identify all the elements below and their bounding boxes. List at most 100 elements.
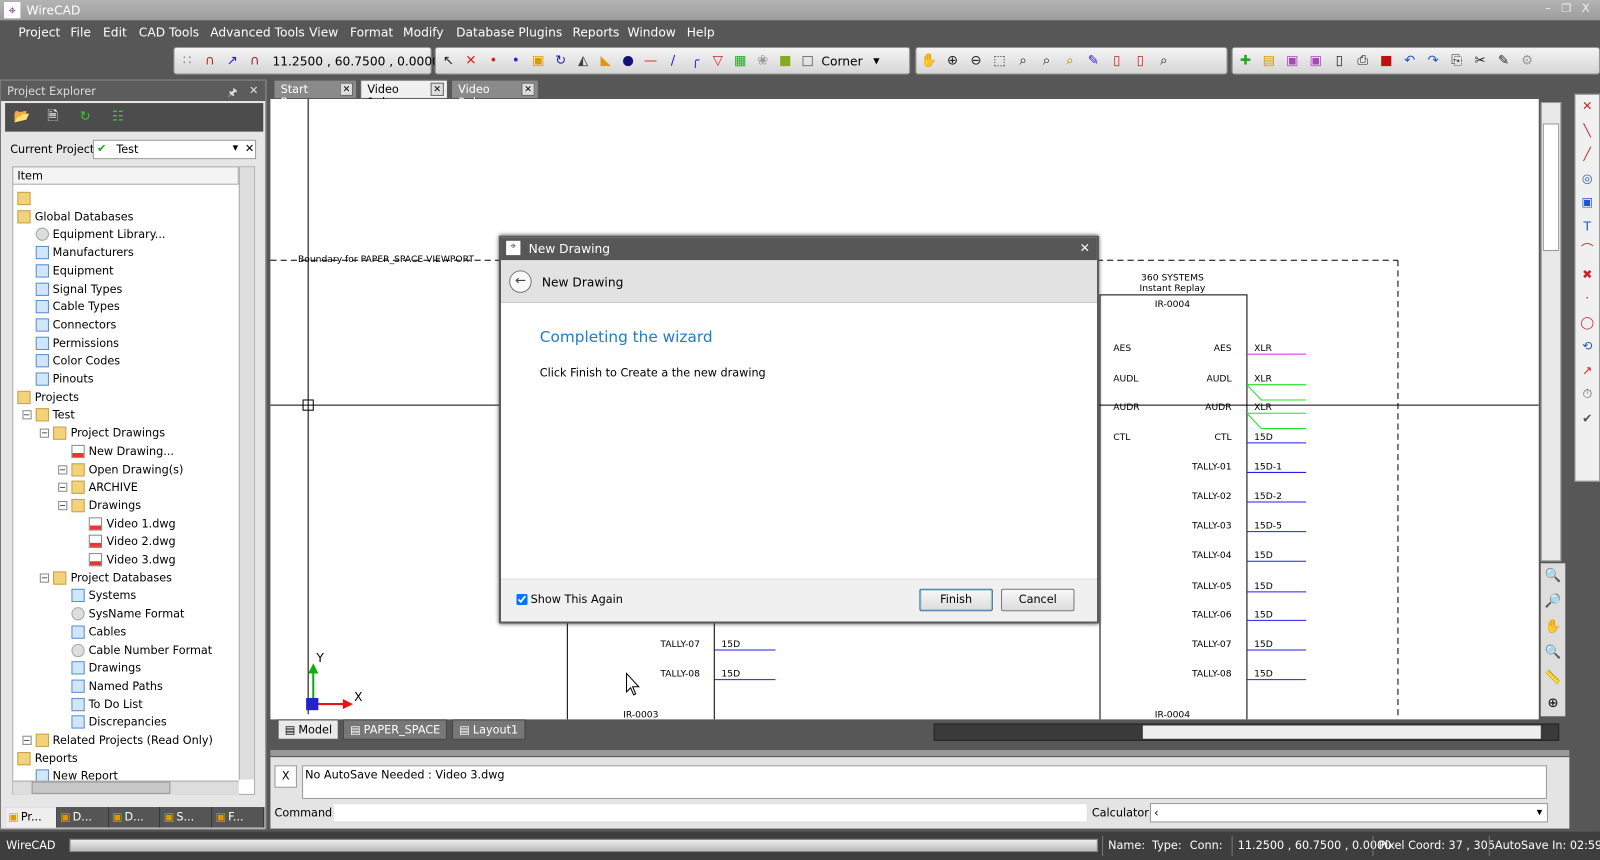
cancel-button[interactable]: Cancel xyxy=(1001,588,1075,612)
tree-item[interactable]: Pinouts xyxy=(35,370,94,387)
expand-toggle-icon[interactable]: − xyxy=(13,392,14,402)
tab-close-icon[interactable]: ✕ xyxy=(521,82,535,96)
doc-tab[interactable]: Start Page✕ xyxy=(273,79,358,109)
clear-output-button[interactable]: X xyxy=(274,765,297,788)
tree-item[interactable]: Video 1.dwg xyxy=(89,515,176,532)
output-log[interactable]: No AutoSave Needed : Video 3.dwg xyxy=(302,765,1547,799)
page-icon[interactable]: ▯ xyxy=(1132,52,1149,69)
line-color-icon[interactable]: □ xyxy=(799,52,816,69)
tree-item[interactable]: Equipment xyxy=(35,262,114,279)
zoom-window-icon[interactable]: ⬚ xyxy=(991,52,1008,69)
connect-icon[interactable]: • xyxy=(485,52,502,69)
tab-close-icon[interactable]: ✕ xyxy=(339,82,354,96)
menu-database[interactable]: Database xyxy=(456,26,514,40)
grid-icon[interactable]: ∷ xyxy=(179,52,196,69)
tree-item[interactable]: − Open Drawing(s) xyxy=(57,461,183,478)
tree-vertical-scrollbar[interactable] xyxy=(238,167,255,780)
fillet-icon[interactable]: ╭ xyxy=(687,52,704,69)
minimize-button[interactable]: – xyxy=(1539,2,1557,15)
tree-item[interactable]: − Drawings xyxy=(57,497,141,514)
dimension-icon[interactable]: ↗ xyxy=(1575,359,1598,383)
intersect-icon[interactable]: ✖ xyxy=(1575,263,1598,287)
expand-toggle-icon[interactable]: − xyxy=(13,753,14,763)
save-as-icon[interactable]: ▣ xyxy=(1307,52,1324,69)
tree-item[interactable]: − Project Databases xyxy=(39,569,172,586)
disconnect-icon[interactable]: • xyxy=(507,52,524,69)
tree-item[interactable]: Cable Types xyxy=(35,298,120,315)
finish-button[interactable]: Finish xyxy=(919,588,993,612)
expand-toggle-icon[interactable]: − xyxy=(57,482,68,493)
expand-toggle-icon[interactable]: − xyxy=(22,410,32,420)
doc-tab[interactable]: Video 1.dwg✕ xyxy=(360,79,448,109)
back-arrow-icon[interactable]: ← xyxy=(509,270,532,293)
panel-tab-0[interactable]: ▣ Pr... xyxy=(5,807,57,828)
menu-cad-tools[interactable]: CAD Tools xyxy=(139,26,199,40)
select-arrow-icon[interactable]: ↖ xyxy=(440,52,457,69)
menu-plugins[interactable]: Plugins xyxy=(518,26,562,40)
device-box-ir-0004[interactable] xyxy=(1099,294,1248,720)
layout-tab[interactable]: ▤ Model xyxy=(277,719,340,740)
panel-tab-4[interactable]: ▣ F... xyxy=(212,807,265,828)
canvas-vertical-scrollbar[interactable] xyxy=(1540,102,1562,562)
expand-toggle-icon[interactable]: − xyxy=(57,464,68,474)
tree-item[interactable]: Video 3.dwg xyxy=(89,551,176,568)
rotate-icon[interactable]: ↻ xyxy=(552,52,569,69)
menu-window[interactable]: Window xyxy=(628,26,676,40)
spline-icon[interactable]: ⟲ xyxy=(1575,335,1598,359)
measure-icon[interactable]: ✔ xyxy=(1575,407,1598,431)
arc-icon[interactable]: ⌒ xyxy=(1575,239,1598,263)
scale-icon[interactable]: ◣ xyxy=(597,52,614,69)
trim-icon[interactable]: ∕ xyxy=(664,52,681,69)
pin-icon[interactable]: 🖈 xyxy=(228,84,238,103)
pan-hand-icon[interactable]: ✋ xyxy=(1541,614,1565,640)
tree-item[interactable]: SysName Format xyxy=(71,605,184,622)
tree-item[interactable]: Drawings xyxy=(71,659,141,676)
dropdown-arrow-icon[interactable]: ▼ xyxy=(868,52,885,69)
polyline-icon[interactable]: ╱ xyxy=(1575,143,1598,167)
tree-item[interactable]: − Test xyxy=(22,407,75,424)
refresh-icon[interactable]: ↻ xyxy=(77,108,94,125)
copy-icon[interactable]: ⎘ xyxy=(1448,52,1465,69)
tab-close-icon[interactable]: ✕ xyxy=(430,82,444,96)
tree-item[interactable]: Manufacturers xyxy=(35,244,134,261)
expand-toggle-icon[interactable]: − xyxy=(57,500,68,511)
pan-icon[interactable]: ✋ xyxy=(920,52,938,69)
tree-horizontal-scrollbar[interactable] xyxy=(13,780,239,795)
tree-item[interactable]: Connectors xyxy=(35,316,116,333)
command-input[interactable] xyxy=(332,803,1088,823)
magnet-snap-icon[interactable]: ∩ xyxy=(201,52,218,69)
paste-icon[interactable]: ✎ xyxy=(1495,52,1512,69)
coordinate-readout[interactable]: 11.2500 , 60.7500 , 0.0000 xyxy=(268,53,446,68)
calculator-input[interactable]: ‹ ▼ xyxy=(1149,803,1548,823)
break-line-icon[interactable]: — xyxy=(642,52,659,69)
tree-item[interactable]: Signal Types xyxy=(35,280,122,297)
dialog-close-icon[interactable]: ✕ xyxy=(1080,241,1090,255)
zoom-icon[interactable]: 🔍 xyxy=(1541,640,1565,666)
tree-item[interactable]: New Drawing... xyxy=(71,443,174,460)
mirror-icon[interactable]: ◭ xyxy=(574,52,591,69)
zoom-extents-icon[interactable]: ⊕ xyxy=(1541,691,1565,717)
panel-tab-2[interactable]: ▣ D... xyxy=(108,807,161,828)
print-preview-icon[interactable]: ▯ xyxy=(1331,52,1348,69)
expand-toggle-icon[interactable]: − xyxy=(22,735,32,745)
save-icon[interactable]: ▣ xyxy=(1284,52,1301,69)
panel-tab-1[interactable]: ▣ D... xyxy=(56,807,109,828)
tree-item[interactable]: Named Paths xyxy=(71,677,163,694)
show-again-check[interactable] xyxy=(516,593,528,606)
expand-toggle-icon[interactable]: − xyxy=(39,428,50,438)
restore-button[interactable]: ❐ xyxy=(1557,2,1575,15)
splitter[interactable] xyxy=(270,749,1570,757)
chevron-down-icon[interactable]: ▼ xyxy=(233,144,239,152)
circle-icon[interactable]: ◎ xyxy=(1575,167,1598,191)
redo-icon[interactable]: ↷ xyxy=(1424,52,1441,69)
pdf-icon[interactable]: ■ xyxy=(1378,52,1395,69)
zoom-out-icon[interactable]: 🔎 xyxy=(1541,589,1565,615)
cut-icon[interactable]: ✂ xyxy=(1471,52,1488,69)
fill-color-icon[interactable]: ■ xyxy=(777,52,794,69)
menu-advanced-tools[interactable]: Advanced Tools xyxy=(210,26,305,40)
clear-icon[interactable]: ✕ xyxy=(245,142,254,155)
tree-item[interactable]: Systems xyxy=(71,587,136,604)
settings-gear-icon[interactable]: ⚙ xyxy=(1518,52,1535,69)
close-panel-icon[interactable]: ✕ xyxy=(249,84,258,97)
zoom-object-icon[interactable]: ⌕ xyxy=(1061,52,1078,69)
